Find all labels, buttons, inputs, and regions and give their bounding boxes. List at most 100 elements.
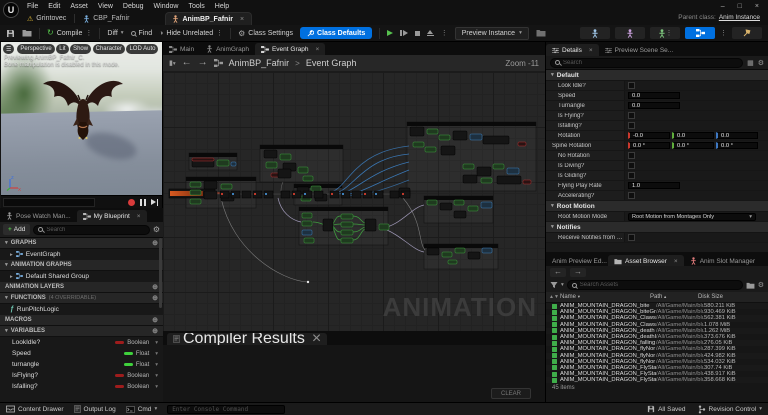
menu-window[interactable]: Window <box>154 3 179 10</box>
search-input[interactable] <box>46 227 144 233</box>
pause-button[interactable] <box>140 199 146 206</box>
asset-row[interactable]: ANIM_MOUNTAIN_DRAGON_death/All/Game/Main… <box>546 328 768 334</box>
column-path[interactable]: Path ▴ <box>650 294 698 300</box>
details-settings-icon[interactable]: ⚙ <box>758 59 764 67</box>
vector-field-0[interactable]: -0.0 <box>628 132 670 140</box>
checkbox[interactable] <box>628 162 635 169</box>
section-header-variables[interactable]: ▾VARIABLES⊕ <box>0 326 163 337</box>
settings-gear-icon[interactable]: ⚙ <box>153 226 160 233</box>
stop-button[interactable] <box>415 31 420 36</box>
play-button[interactable] <box>387 30 393 36</box>
animation-mode-button[interactable]: ⋮ <box>650 27 680 39</box>
asset-row[interactable]: ANIM_MOUNTAIN_DRAGON_deathI/All/Game/Mai… <box>546 334 768 340</box>
asset-row[interactable]: ANIM_MOUNTAIN_DRAGON_flyNor/All/Game/Mai… <box>546 353 768 359</box>
chevron-down-icon[interactable]: ▾ <box>155 362 158 368</box>
section-header-macros[interactable]: MACROS⊕ <box>0 315 163 326</box>
step-forward-button[interactable] <box>151 199 159 206</box>
tree-item-runpitchlogic[interactable]: ƒRunPitchLogic <box>0 304 163 315</box>
checkbox[interactable] <box>628 234 635 241</box>
asset-row[interactable]: ANIM_MOUNTAIN_DRAGON_Claws/All/Game/Main… <box>546 322 768 328</box>
bookmark-icon[interactable]: ▮▾ <box>169 59 176 67</box>
vector-field-1[interactable]: 0.0 ° <box>672 142 714 150</box>
forward-button[interactable]: → <box>570 268 586 277</box>
add-icon[interactable]: ⊕ <box>152 283 158 291</box>
preview-instance-dropdown[interactable]: Preview Instance▾ <box>455 27 529 40</box>
blueprint-mode-options-icon[interactable]: ⋮ <box>720 29 727 37</box>
value-field[interactable]: 0.0 <box>628 92 680 100</box>
asset-row[interactable]: ANIM_MOUNTAIN_DRAGON_flyNor/All/Game/Mai… <box>546 346 768 352</box>
add-icon[interactable]: ⊕ <box>152 239 158 247</box>
project-button[interactable]: ⚠ Grintovec <box>27 15 66 23</box>
menu-edit[interactable]: Edit <box>48 3 60 10</box>
asset-row[interactable]: ANIM_MOUNTAIN_DRAGON_bite/All/Game/Main/… <box>546 303 768 309</box>
revision-control-dropdown[interactable]: Revision Control▾ <box>698 405 762 414</box>
sort-icon[interactable]: ▲▼ <box>549 294 559 300</box>
content-drawer-button[interactable]: Content Drawer <box>6 405 64 413</box>
column-disk-size[interactable]: Disk Size <box>698 294 768 300</box>
asset-settings-icon[interactable]: ⚙ <box>758 281 764 289</box>
checkbox[interactable] <box>628 192 635 199</box>
parent-class-link[interactable]: Anim Instance <box>719 14 760 21</box>
tab-pose-watch-manager[interactable]: Pose Watch Man... <box>0 210 77 222</box>
breadcrumb-current[interactable]: Event Graph <box>306 58 357 68</box>
step-button[interactable] <box>400 30 408 36</box>
checkbox[interactable] <box>628 122 635 129</box>
preview-viewport[interactable]: Previewing AnimBP_Fafnir_C. Bone manipul… <box>1 42 162 208</box>
skeleton-mode-button[interactable] <box>580 27 610 39</box>
all-saved-indicator[interactable]: All Saved <box>647 405 685 413</box>
add-icon[interactable]: ⊕ <box>152 327 158 335</box>
viewport-pill-perspective[interactable]: Perspective <box>17 44 54 54</box>
save-icon[interactable] <box>6 29 15 38</box>
console-command-field[interactable] <box>167 405 285 414</box>
checkbox[interactable] <box>628 82 635 89</box>
compile-button[interactable]: ↻ Compile⋮ <box>47 29 92 37</box>
viewport-menu-icon[interactable]: ☰ <box>3 44 14 54</box>
back-button[interactable]: ← <box>550 268 566 277</box>
close-tab-icon[interactable]: × <box>137 213 141 220</box>
breadcrumb-root[interactable]: AnimBP_Fafnir <box>229 58 290 68</box>
chevron-down-icon[interactable]: ▾ <box>155 340 158 346</box>
tree-item-eventgraph[interactable]: ▸EventGraph <box>0 249 163 260</box>
tab-event-graph[interactable]: Event Graph × <box>255 43 325 55</box>
checkbox[interactable] <box>628 172 635 179</box>
asset-search-input[interactable] <box>580 282 738 288</box>
play-options-icon[interactable]: ⋮ <box>441 29 448 37</box>
section-header-animation-graphs[interactable]: ▾ANIMATION GRAPHS <box>0 260 163 271</box>
add-button[interactable]: +Add <box>3 224 30 235</box>
diff-button[interactable]: Diff▾ <box>107 30 123 37</box>
asset-row[interactable]: ANIM_MOUNTAIN_DRAGON_biteGr/All/Game/Mai… <box>546 309 768 315</box>
close-button[interactable]: × <box>755 3 759 10</box>
minimize-button[interactable]: – <box>721 3 725 10</box>
close-tab-icon[interactable]: × <box>674 258 678 265</box>
clear-button[interactable]: CLEAR <box>491 388 531 399</box>
asset-row[interactable]: ANIM_MOUNTAIN_DRAGON_flyNor/All/Game/Mai… <box>546 359 768 365</box>
section-header-animation-layers[interactable]: ANIMATION LAYERS⊕ <box>0 282 163 293</box>
mesh-mode-button[interactable] <box>615 27 645 39</box>
variable-turnangle[interactable]: turnangleFloat▾ <box>0 359 163 370</box>
dropdown[interactable]: Root Motion from Montages Only▾ <box>628 213 756 221</box>
console-input[interactable] <box>172 406 284 413</box>
vector-field-2[interactable]: 0.0 <box>716 132 758 140</box>
browse-preview-icon[interactable] <box>536 29 546 37</box>
tree-item-default-shared-group[interactable]: ▸Default Shared Group <box>0 271 163 282</box>
folder-icon[interactable] <box>746 282 755 289</box>
asset-row[interactable]: ANIM_MOUNTAIN_DRAGON_FlySta/All/Game/Mai… <box>546 377 768 383</box>
vector-field-2[interactable]: 0.0 ° <box>716 142 758 150</box>
category-notifies[interactable]: ▾Notifies <box>546 222 768 233</box>
compile-options-icon[interactable]: ⋮ <box>85 29 92 37</box>
details-search[interactable] <box>550 58 743 68</box>
record-button[interactable] <box>128 199 135 206</box>
asset-row[interactable]: ANIM_MOUNTAIN_DRAGON_Claws/All/Game/Main… <box>546 315 768 321</box>
maximize-button[interactable]: □ <box>738 3 742 10</box>
checkbox[interactable] <box>628 152 635 159</box>
section-header-functions[interactable]: ▾FUNCTIONS(4 OVERRIDABLE)⊕ <box>0 293 163 304</box>
menu-debug[interactable]: Debug <box>123 3 144 10</box>
menu-tools[interactable]: Tools <box>188 3 204 10</box>
hide-unrelated-button[interactable]: ◑Hide Unrelated⋮ <box>159 29 223 37</box>
display-filter-icon[interactable]: ▦ <box>747 59 754 67</box>
viewport-pill-character[interactable]: Character <box>93 44 125 54</box>
menu-asset[interactable]: Asset <box>70 3 88 10</box>
asset-search[interactable] <box>567 280 743 290</box>
close-tab-icon[interactable]: × <box>240 16 244 23</box>
output-log-button[interactable]: Output Log <box>74 405 116 413</box>
